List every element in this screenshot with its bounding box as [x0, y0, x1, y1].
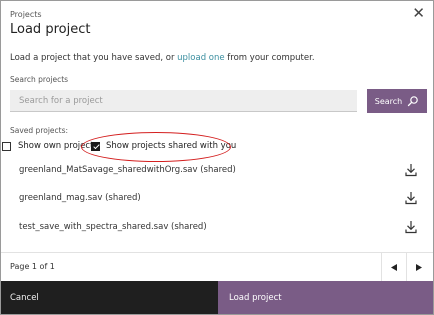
show-own-projects-label[interactable]: Show own projects: [18, 141, 98, 151]
download-icon[interactable]: [405, 163, 417, 177]
show-own-projects-checkbox[interactable]: [2, 142, 11, 151]
project-row[interactable]: test_save_with_spectra_shared.sav (share…: [1, 215, 433, 241]
triangle-left-icon: [391, 263, 397, 271]
upload-link[interactable]: upload one: [177, 53, 224, 63]
saved-projects-label: Saved projects:: [10, 126, 69, 135]
load-project-button-label: Load project: [229, 293, 282, 303]
project-name[interactable]: greenland_MatSavage_sharedwithOrg.sav (s…: [19, 165, 236, 175]
load-project-dialog: Projects ✕ Load project Load a project t…: [0, 0, 434, 315]
project-row[interactable]: greenland_mag.sav (shared): [1, 186, 433, 212]
cancel-button[interactable]: Cancel: [1, 281, 218, 314]
download-icon[interactable]: [405, 191, 417, 205]
intro-text-end: from your computer.: [224, 53, 315, 63]
search-button-label: Search: [374, 96, 403, 106]
download-icon[interactable]: [405, 220, 417, 234]
search-input[interactable]: [10, 90, 357, 112]
intro-text-start: Load a project that you have saved, or: [10, 53, 178, 63]
project-name[interactable]: test_save_with_spectra_shared.sav (share…: [19, 222, 207, 232]
project-row[interactable]: greenland_MatSavage_sharedwithOrg.sav (s…: [1, 158, 433, 184]
prev-page-button[interactable]: [381, 253, 406, 281]
load-project-button[interactable]: Load project: [218, 281, 433, 314]
search-label: Search projects: [10, 75, 69, 84]
next-page-button[interactable]: [406, 253, 431, 281]
search-icon: [408, 96, 419, 107]
cancel-button-label: Cancel: [10, 293, 39, 303]
intro-text: Load a project that you have saved, or u…: [10, 53, 315, 63]
show-shared-projects-checkbox[interactable]: [91, 142, 100, 151]
page-title: Load project: [10, 22, 91, 37]
show-shared-projects-label[interactable]: Show projects shared with you: [106, 141, 236, 151]
breadcrumb: Projects: [10, 10, 42, 19]
project-name[interactable]: greenland_mag.sav (shared): [19, 193, 141, 203]
triangle-right-icon: [416, 263, 422, 271]
search-button[interactable]: Search: [367, 89, 427, 113]
page-indicator: Page 1 of 1: [10, 262, 55, 271]
pagination-bar: Page 1 of 1: [1, 252, 433, 281]
close-icon[interactable]: ✕: [412, 5, 425, 21]
